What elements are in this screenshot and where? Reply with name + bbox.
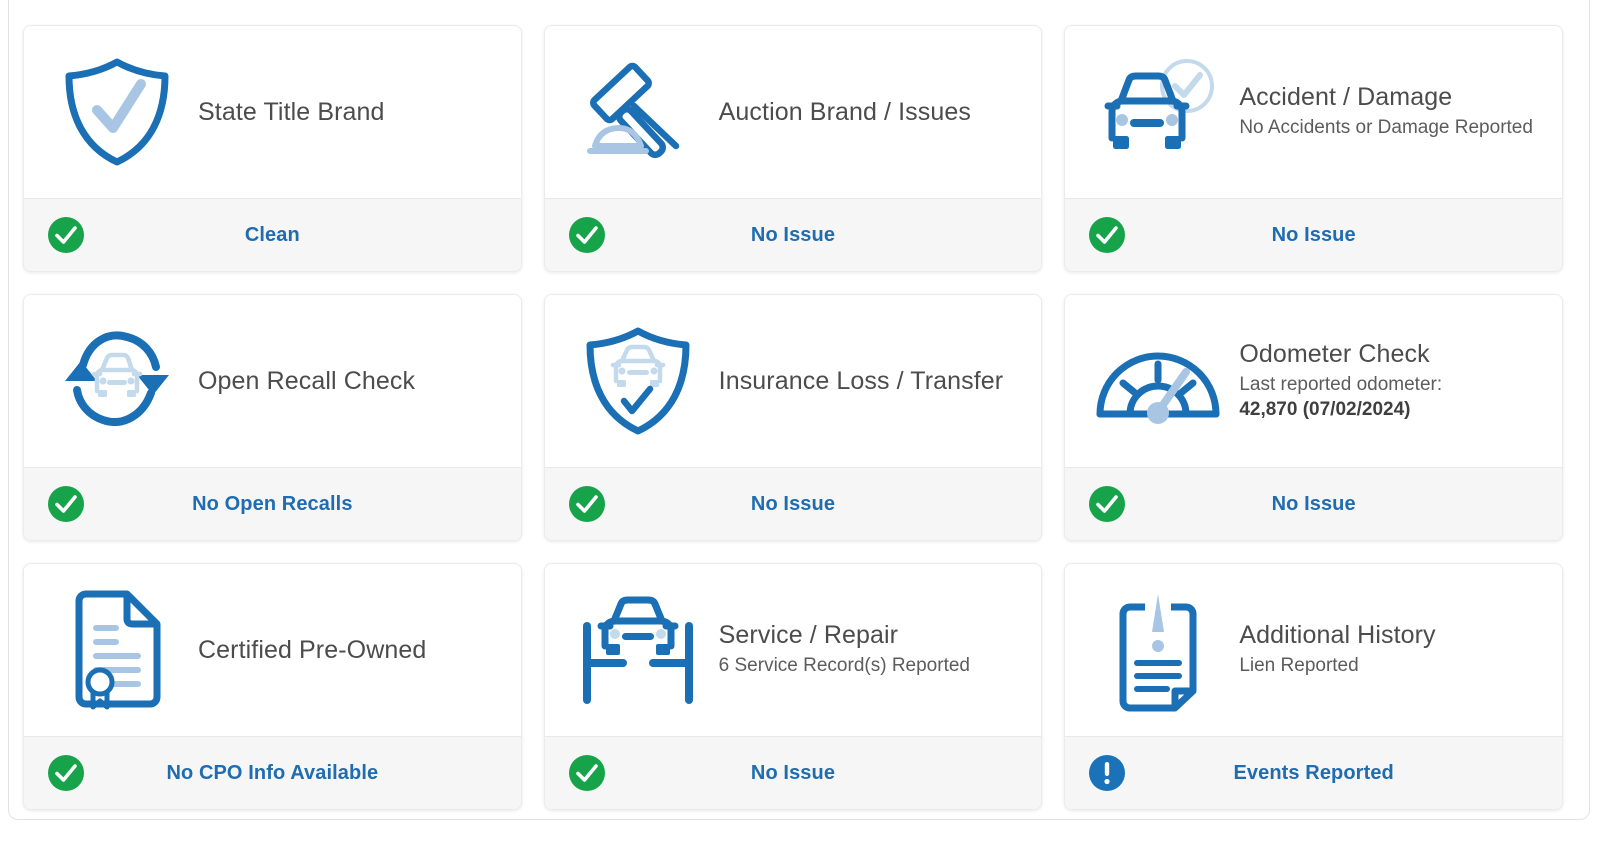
card-body: Odometer Check Last reported odometer: 4… [1065,295,1562,467]
card-title: Certified Pre-Owned [198,636,427,664]
status-label: No Open Recalls [192,492,353,515]
certificate-document-icon [52,585,182,715]
card-title: Auction Brand / Issues [718,98,971,126]
check-circle-icon [1087,484,1127,524]
card-text: Service / Repair 6 Service Record(s) Rep… [703,621,1032,679]
check-circle-icon [567,753,607,793]
car-check-icon [1093,47,1223,177]
status-label: No CPO Info Available [166,761,379,784]
card-body: State Title Brand [24,26,521,198]
shield-car-check-icon [573,316,703,446]
history-card-state-title-brand[interactable]: State Title Brand Clean [23,25,522,272]
card-text: Odometer Check Last reported odometer: 4… [1223,340,1552,422]
car-lift-icon [573,585,703,715]
check-circle-icon [567,484,607,524]
history-card-auction-brand-issues[interactable]: Auction Brand / Issues No Issue [543,25,1043,272]
card-footer: No Issue [1065,467,1562,540]
card-text: Certified Pre-Owned [182,636,511,664]
card-title: Service / Repair [718,621,899,650]
status-label: Clean [244,223,300,246]
card-text: Open Recall Check [182,367,511,395]
vehicle-history-report-panel: State Title Brand Clean Auction Brand / … [8,0,1590,820]
card-text: State Title Brand [182,98,511,126]
card-footer: No Issue [544,736,1042,809]
card-body: Certified Pre-Owned [24,564,521,736]
exclamation-circle-icon [1087,753,1127,793]
card-text: Insurance Loss / Transfer [703,367,1032,395]
card-body: Auction Brand / Issues [544,26,1042,198]
status-label: No Issue [750,223,836,246]
card-footer: No Issue [544,198,1042,271]
odometer-value: 42,870 (07/02/2024) [1239,398,1411,420]
card-body: Additional History Lien Reported [1065,564,1562,736]
clipboard-alert-icon [1093,585,1223,715]
card-body: Open Recall Check [24,295,521,467]
status-label: Events Reported [1233,761,1394,784]
card-title: Odometer Check [1239,339,1430,368]
card-title: Open Recall Check [198,367,416,395]
card-text: Accident / Damage No Accidents or Damage… [1223,83,1552,141]
card-body: Service / Repair 6 Service Record(s) Rep… [544,564,1042,736]
card-footer: Clean [24,198,521,271]
shield-check-icon [52,47,182,177]
history-card-service-repair[interactable]: Service / Repair 6 Service Record(s) Rep… [543,563,1043,810]
status-label: No Issue [1271,223,1356,246]
card-footer: No Issue [1065,198,1562,271]
gavel-car-icon [573,47,703,177]
check-circle-icon [567,215,607,255]
status-label: No Issue [1271,492,1356,515]
card-footer: No CPO Info Available [24,736,521,809]
check-circle-icon [46,215,86,255]
card-subtitle: Lien Reported [1239,655,1359,677]
history-card-additional-history[interactable]: Additional History Lien Reported Events … [1064,563,1563,810]
recall-refresh-car-icon [52,316,182,446]
card-footer: No Open Recalls [24,467,521,540]
card-subtitle: No Accidents or Damage Reported [1239,117,1533,139]
card-text: Auction Brand / Issues [703,98,1032,126]
history-cards-grid: State Title Brand Clean Auction Brand / … [23,25,1563,810]
history-card-insurance-loss-transfer[interactable]: Insurance Loss / Transfer No Issue [543,294,1043,541]
check-circle-icon [1087,215,1127,255]
card-text: Additional History Lien Reported [1223,621,1552,679]
history-card-accident-damage[interactable]: Accident / Damage No Accidents or Damage… [1064,25,1563,272]
card-title: Insurance Loss / Transfer [718,367,1004,395]
odometer-label: Last reported odometer: [1239,373,1443,395]
history-card-certified-pre-owned[interactable]: Certified Pre-Owned No CPO Info Availabl… [23,563,522,810]
card-body: Accident / Damage No Accidents or Damage… [1065,26,1562,198]
card-footer: No Issue [544,467,1042,540]
card-body: Insurance Loss / Transfer [544,295,1042,467]
card-title: State Title Brand [198,98,385,126]
odometer-gauge-icon [1093,316,1223,446]
card-footer: Events Reported [1065,736,1562,809]
history-card-open-recall-check[interactable]: Open Recall Check No Open Recalls [23,294,522,541]
check-circle-icon [46,484,86,524]
history-card-odometer-check[interactable]: Odometer Check Last reported odometer: 4… [1064,294,1563,541]
card-subtitle: 6 Service Record(s) Reported [718,655,970,677]
card-subtitle: Last reported odometer: 42,870 (07/02/20… [1239,373,1552,422]
card-title: Accident / Damage [1239,83,1453,112]
card-title: Additional History [1239,621,1436,650]
status-label: No Issue [750,761,836,784]
check-circle-icon [46,753,86,793]
status-label: No Issue [750,492,836,515]
